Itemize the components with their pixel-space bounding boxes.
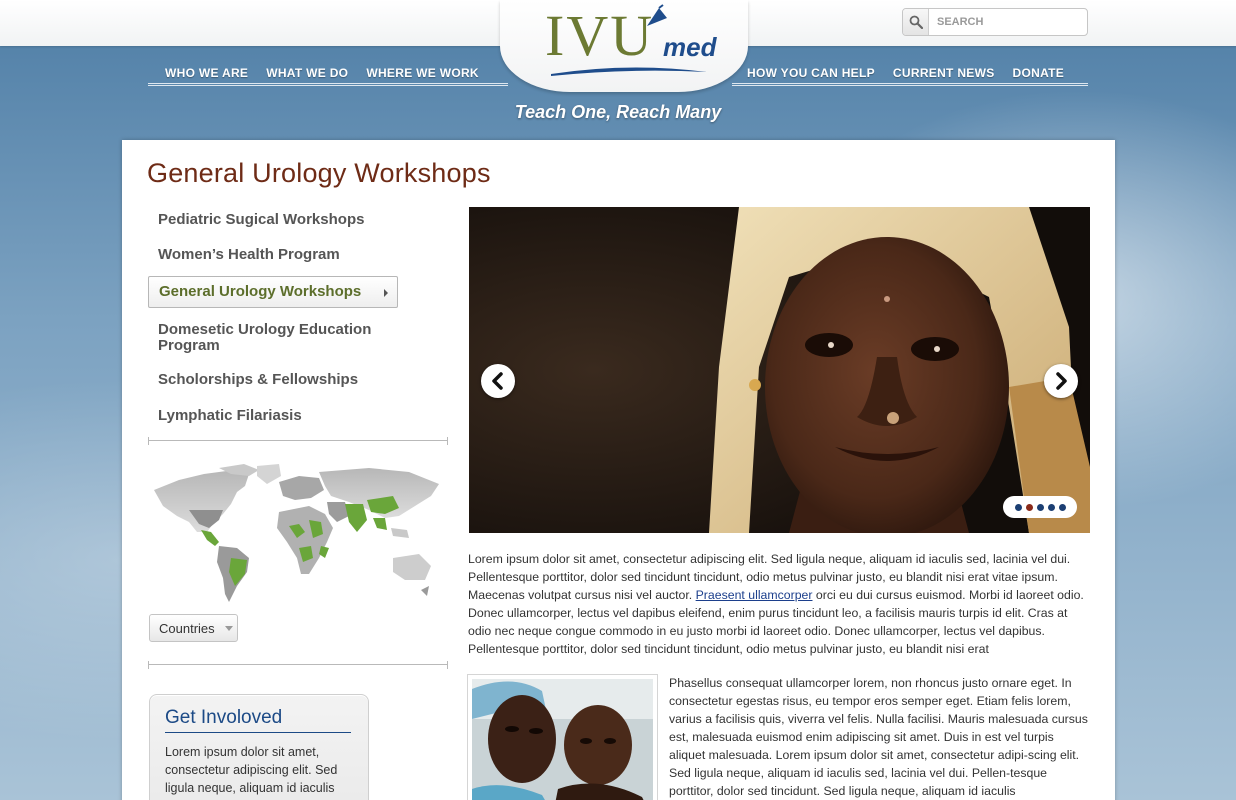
sidebar-item-womens-health-program[interactable]: Women’s Health Program [148, 247, 350, 263]
nav-how-you-can-help[interactable]: HOW YOU CAN HELP [747, 64, 875, 82]
secondary-photo [467, 674, 658, 800]
chevron-right-icon [384, 289, 388, 297]
get-involved-text: Lorem ipsum dolor sit amet, consectetur … [165, 745, 338, 795]
page-title: General Urology Workshops [147, 158, 491, 188]
slider-dot[interactable] [1058, 503, 1066, 511]
slider-dot[interactable] [1025, 503, 1033, 511]
slider-dot[interactable] [1047, 503, 1055, 511]
sidebar-item-label: General Urology Workshops [159, 283, 362, 300]
chevron-left-icon [492, 372, 503, 390]
nav-donate[interactable]: DONATE [1013, 64, 1065, 82]
sidebar-item-pediatric-surgical-workshops[interactable]: Pediatric Sugical Workshops [148, 212, 374, 228]
nav-current-news[interactable]: CURRENT NEWS [893, 64, 995, 82]
search-icon [909, 15, 923, 29]
logo-swoosh-icon [551, 67, 707, 76]
intro-link[interactable]: Praesent ullamcorper [696, 588, 813, 602]
chevron-down-icon [224, 625, 233, 631]
slider-dot[interactable] [1036, 503, 1044, 511]
get-involved-title[interactable]: Get Involoved [165, 707, 351, 733]
sidebar-item-domestic-urology-education[interactable]: Domesetic Urology Education Program [148, 322, 388, 354]
sidebar-item-lymphatic-filariasis[interactable]: Lymphatic Filariasis [148, 408, 312, 424]
slider-prev-button[interactable] [481, 364, 515, 398]
search-input[interactable] [929, 10, 1079, 34]
sidebar-divider-2 [148, 661, 448, 672]
logo-drop-icon [647, 4, 667, 26]
chevron-right-icon [1056, 372, 1067, 390]
sidebar-divider [148, 437, 448, 448]
sidebar-item-scholarships-fellowships[interactable]: Scholorships & Fellowships [148, 372, 368, 388]
slide-image [469, 207, 1090, 533]
nav-what-we-do[interactable]: WHAT WE DO [266, 64, 348, 82]
get-involved-box: Get Involoved Lorem ipsum dolor sit amet… [149, 694, 369, 800]
sidebar-item-general-urology-workshops[interactable]: General Urology Workshops [148, 276, 398, 308]
search-button[interactable] [903, 9, 929, 35]
logo-suffix: med [663, 32, 717, 62]
main-nav-right: HOW YOU CAN HELP CURRENT NEWS DONATE [732, 64, 1088, 86]
countries-dropdown[interactable]: Countries [149, 614, 238, 642]
nav-where-we-work[interactable]: WHERE WE WORK [366, 64, 479, 82]
intro-paragraph: Lorem ipsum dolor sit amet, consectetur … [468, 550, 1088, 658]
slider-next-button[interactable] [1044, 364, 1078, 398]
nav-who-we-are[interactable]: WHO WE ARE [165, 64, 248, 82]
slider-pagination [1003, 496, 1077, 518]
image-slider [469, 207, 1090, 533]
site-logo[interactable]: IVU med [545, 3, 717, 80]
slider-dot[interactable] [1014, 503, 1022, 511]
logo-wordmark: IVU [545, 3, 655, 68]
search-box [902, 8, 1088, 36]
main-nav-left: WHO WE ARE WHAT WE DO WHERE WE WORK [148, 64, 508, 86]
body-paragraph-2: Phasellus consequat ullamcorper lorem, n… [669, 676, 1088, 798]
world-map[interactable] [149, 462, 442, 607]
mother-child-image [472, 679, 653, 800]
countries-dropdown-label: Countries [159, 620, 215, 636]
tagline: Teach One, Reach Many [514, 102, 722, 122]
